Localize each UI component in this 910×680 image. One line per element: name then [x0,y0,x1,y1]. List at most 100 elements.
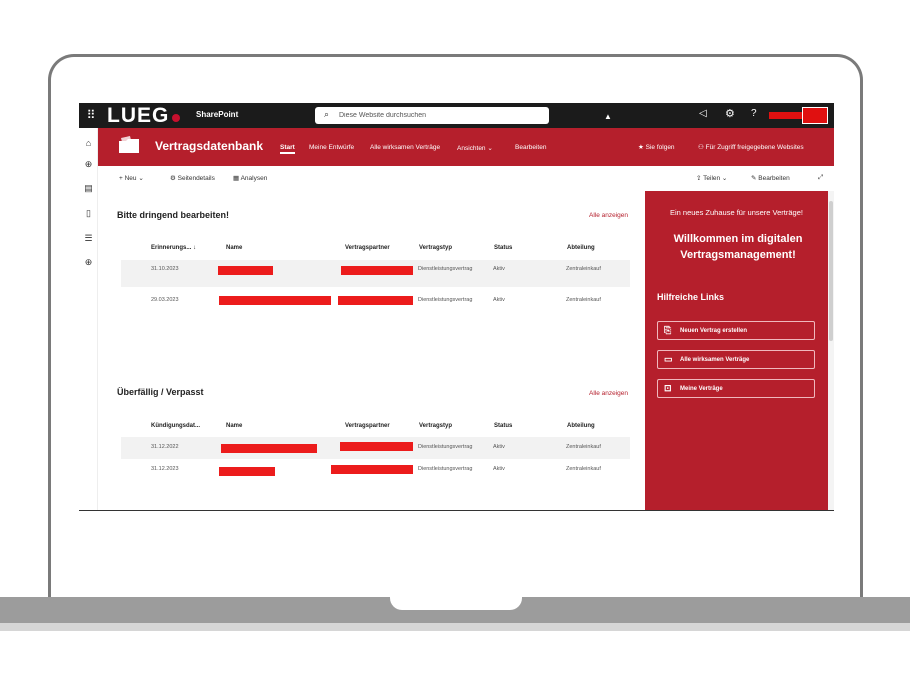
panel-heading: Willkommen im digitalen Vertragsmanageme… [673,233,803,261]
megaphone-icon[interactable]: ◁ [699,108,707,119]
nav-start[interactable]: Start [280,144,295,154]
create-contract-button[interactable]: ⎘ Neuen Vertrag erstellen [657,321,815,340]
create-icon[interactable]: ⊕ [82,256,95,269]
redacted-name [221,444,317,453]
edit-page-label: Bearbeiten [758,175,790,182]
share-button[interactable]: ⇪ Teilen ⌄ [696,174,727,182]
shared-sites-link[interactable]: ⚇ Für Zugriff freigegebene Websites [698,143,804,151]
column-header-department[interactable]: Abteilung [567,245,595,251]
new-label: Neu [124,175,137,182]
column-header-name[interactable]: Name [226,245,242,251]
new-document-icon: ⎘ [664,325,672,335]
expand-icon[interactable]: ⤢ [818,174,823,182]
helpful-links-heading: Hilfreiche Links [657,292,725,302]
panel-intro: Ein neues Zuhause für unsere Verträge! [669,208,803,217]
app-launcher-icon[interactable]: ⠿ [84,108,98,122]
list-icon[interactable]: ☰ [82,232,95,245]
shared-sites-label: Für Zugriff freigegebene Websites [705,144,804,151]
column-header-name[interactable]: Name [226,423,242,429]
row-date: 29.03.2023 [151,297,179,303]
column-header-partner[interactable]: Vertragspartner [345,423,390,429]
table-row[interactable]: 31.12.2023 Dienstleistungsvertrag Aktiv … [121,460,630,482]
photo-stage: ⠿ LUEG SharePoint ⌕ ▲ ◁ ⚙ ? ⌂ ⊕ ▤ ▯ ☰ ⊕ [0,0,910,680]
avatar[interactable] [802,107,828,124]
redacted-name [219,467,275,476]
row-status: Aktiv [493,444,505,450]
see-all-urgent-link[interactable]: Alle anzeigen [589,212,628,219]
row-department: Zentraleinkauf [566,266,601,272]
redacted-partner [341,266,413,275]
row-date: 31.12.2023 [151,466,179,472]
redacted-name [219,296,331,305]
mouse-cursor-icon: ▲ [604,112,612,121]
row-type: Dienstleistungsvertrag [418,466,473,472]
folder-logo-icon [119,136,139,153]
column-header-status[interactable]: Status [494,245,512,251]
follow-button[interactable]: ★ Sie folgen [638,143,675,151]
see-all-overdue-link[interactable]: Alle anzeigen [589,390,628,397]
row-type: Dienstleistungsvertrag [418,297,473,303]
news-icon[interactable]: ▤ [82,182,95,195]
app-name[interactable]: SharePoint [196,110,238,119]
column-header-status[interactable]: Status [494,423,512,429]
gear-icon: ⚙ [170,175,178,182]
redacted-partner [340,442,413,451]
file-icon[interactable]: ▯ [82,207,95,220]
scrollbar[interactable] [828,191,834,510]
table-row[interactable]: 29.03.2023 Dienstleistungsvertrag Aktiv … [121,291,630,318]
column-header-type[interactable]: Vertragstyp [419,245,452,251]
home-icon[interactable]: ⌂ [82,137,95,150]
laptop-base-lip [0,623,910,631]
nav-my-drafts[interactable]: Meine Entwürfe [309,144,354,151]
column-header-department[interactable]: Abteilung [567,423,595,429]
star-icon: ★ [638,144,646,151]
row-date: 31.10.2023 [151,266,179,272]
redacted-partner [331,465,413,474]
redacted-partner [338,296,413,305]
nav-views[interactable]: Ansichten ⌄ [457,144,493,152]
all-contracts-button[interactable]: ▭ Alle wirksamen Verträge [657,350,815,369]
row-type: Dienstleistungsvertrag [418,444,473,450]
site-header: Vertragsdatenbank Start Meine Entwürfe A… [98,128,834,166]
scrollbar-thumb[interactable] [829,201,833,341]
logo-dot [172,114,181,122]
row-date: 31.12.2022 [151,444,179,450]
section-title-overdue: Überfällig / Verpasst [117,387,204,397]
document-search-icon: ⊡ [664,383,672,393]
help-icon[interactable]: ? [751,108,757,119]
column-header-partner[interactable]: Vertragspartner [345,245,390,251]
table-row[interactable]: 31.10.2023 Dienstleistungsvertrag Aktiv … [121,260,630,287]
my-contracts-button[interactable]: ⊡ Meine Verträge [657,379,815,398]
section-title-urgent: Bitte dringend bearbeiten! [117,210,230,220]
analytics-button[interactable]: ▦ Analysen [233,174,267,182]
column-header-type[interactable]: Vertragstyp [419,423,452,429]
left-app-rail: ⌂ ⊕ ▤ ▯ ☰ ⊕ [79,128,98,510]
people-icon: ⚇ [698,144,706,151]
nav-edit[interactable]: Bearbeiten [515,144,546,151]
search-input[interactable] [339,107,539,124]
company-logo[interactable]: LUEG [107,103,181,128]
edit-page-button[interactable]: ✎ Bearbeiten [751,174,790,182]
row-status: Aktiv [493,466,505,472]
gear-icon[interactable]: ⚙ [725,107,735,120]
redacted-name [218,266,273,275]
globe-icon[interactable]: ⊕ [82,158,95,171]
row-department: Zentraleinkauf [566,444,601,450]
search-box[interactable]: ⌕ [315,107,549,124]
nav-all-contracts[interactable]: Alle wirksamen Verträge [370,144,440,151]
site-title[interactable]: Vertragsdatenbank [155,139,263,153]
page-details-button[interactable]: ⚙ Seitendetails [170,174,215,182]
new-button[interactable]: + Neu ⌄ [119,174,144,182]
laptop-screen: ⠿ LUEG SharePoint ⌕ ▲ ◁ ⚙ ? ⌂ ⊕ ▤ ▯ ☰ ⊕ [79,103,834,511]
my-contracts-label: Meine Verträge [680,386,723,392]
page-details-label: Seitendetails [177,175,215,182]
table-row[interactable]: 31.12.2022 Dienstleistungsvertrag Aktiv … [121,437,630,459]
chevron-down-icon: ⌄ [136,175,144,182]
chart-icon: ▦ [233,175,241,182]
row-department: Zentraleinkauf [566,466,601,472]
column-header-reminder[interactable]: Erinnerungs... ↓ [151,245,196,251]
column-header-termination[interactable]: Kündigungsdat... [151,423,200,429]
row-status: Aktiv [493,266,505,272]
row-department: Zentraleinkauf [566,297,601,303]
logo-text: LUEG [107,104,170,127]
